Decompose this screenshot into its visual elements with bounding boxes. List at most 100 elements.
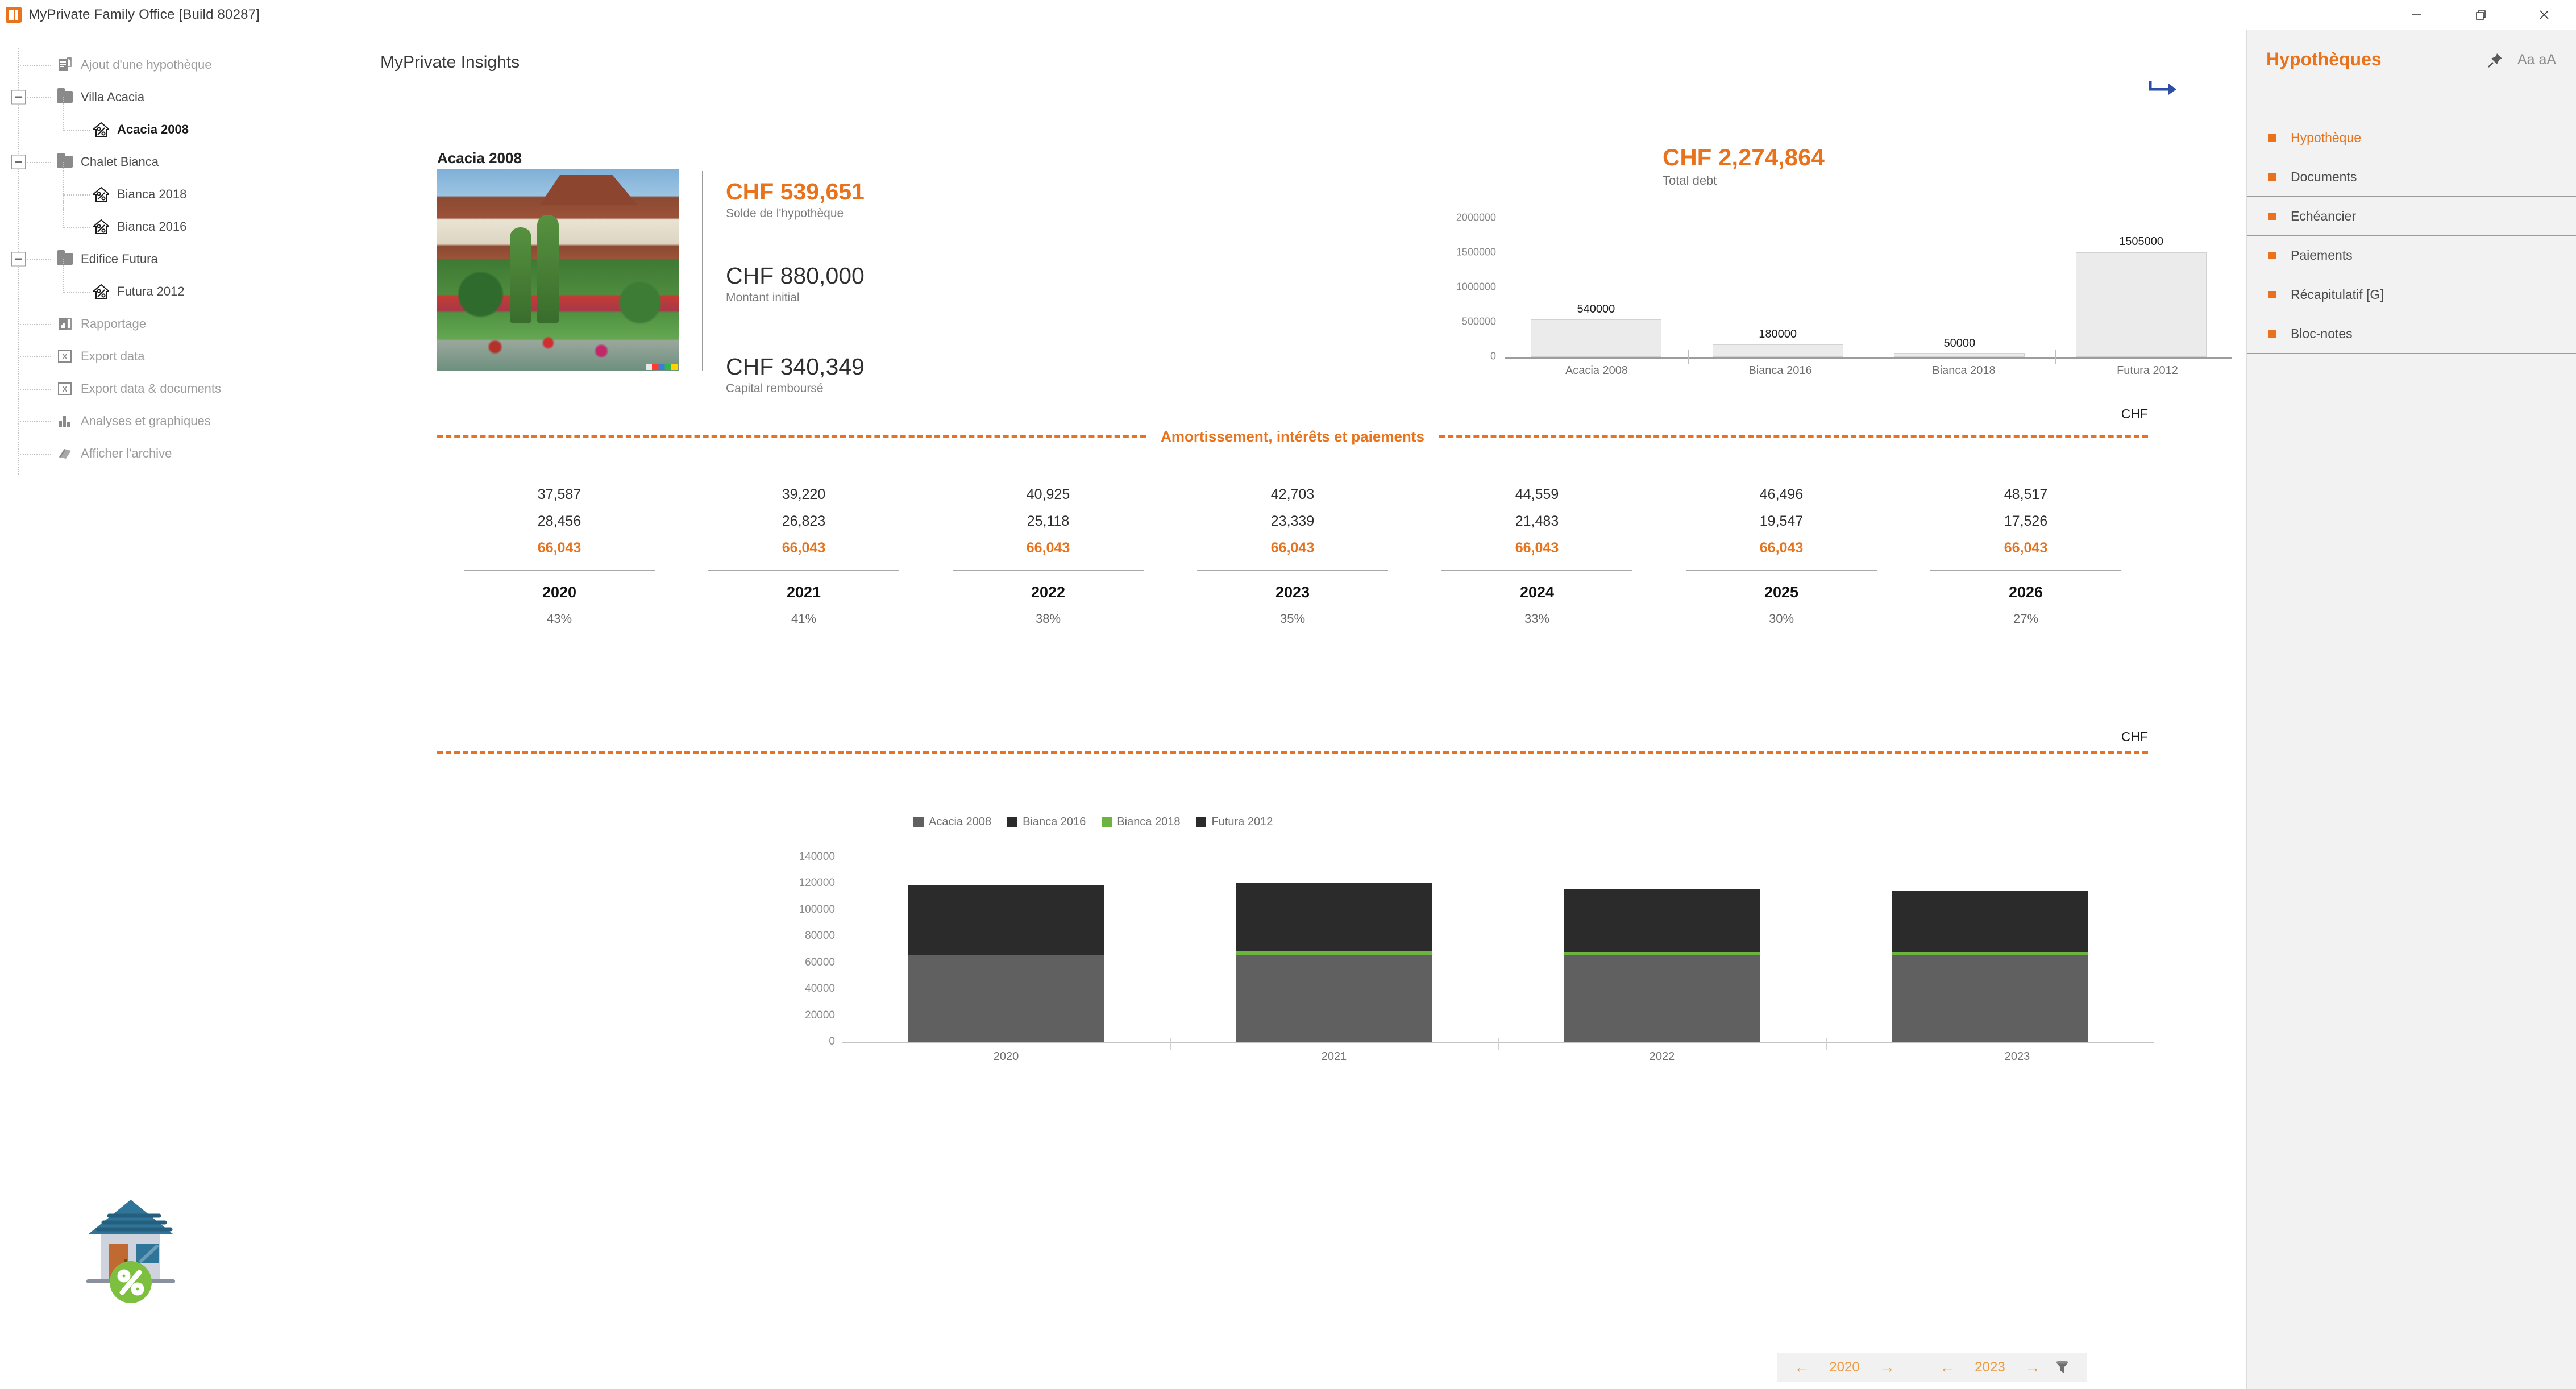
amortization-value: 48,517 <box>2004 486 2048 502</box>
sidebar-item-bianca-2016[interactable]: Bianca 2016 <box>0 194 344 243</box>
forward-arrow-icon[interactable] <box>2146 77 2180 104</box>
bar-bianca-2016[interactable] <box>1712 344 1843 357</box>
sidebar-item-label: Rapportage <box>81 316 146 331</box>
ratio-value: 43% <box>546 612 572 626</box>
sidebar-item-acacia-2008[interactable]: Acacia 2008 <box>0 97 344 145</box>
pager-right-value[interactable]: 2023 <box>1964 1359 2016 1375</box>
sidebar-item-futura-2012[interactable]: Futura 2012 <box>0 259 344 307</box>
kpi-label: Solde de l'hypothèque <box>726 206 844 220</box>
tree-connector <box>20 356 51 357</box>
year-label: 2026 <box>2008 584 2043 601</box>
pin-icon[interactable] <box>2486 51 2505 70</box>
folder-icon <box>55 87 75 107</box>
ratio-value: 33% <box>1524 612 1550 626</box>
sidebar-item-label: Bianca 2018 <box>117 186 187 201</box>
tree-collapse-toggle[interactable] <box>11 155 26 169</box>
house-percent-badge-icon <box>74 1190 188 1303</box>
bar-slot[interactable] <box>1826 857 2154 1042</box>
photo-roof-shape <box>539 175 638 205</box>
right-panel-item-bloc-notes[interactable]: Bloc-notes <box>2247 314 2576 354</box>
stacked-bar-2021[interactable] <box>1236 883 1433 1042</box>
kpi-solde-hypotheque: CHF 539,651 Solde de l'hypothèque <box>726 178 865 221</box>
payments-by-year-chart: 140000 120000 100000 80000 60000 40000 2… <box>778 851 2154 1063</box>
sidebar-item-villa-acacia[interactable]: Villa Acacia <box>0 81 344 113</box>
bar-slot[interactable]: 180000 <box>1687 218 1869 357</box>
stacked-bar-2023[interactable] <box>1891 891 2088 1042</box>
sidebar-item-rapportage[interactable]: Rapportage <box>0 307 344 340</box>
sidebar-item-label: Futura 2012 <box>117 284 185 298</box>
pager-right-next-button[interactable]: → <box>2020 1354 2046 1380</box>
sidebar-item-label: Afficher l'archive <box>81 446 172 460</box>
filter-icon[interactable] <box>2049 1354 2075 1380</box>
ratio-value: 38% <box>1035 612 1061 626</box>
ratio-value: 30% <box>1768 612 1794 626</box>
legend-item-acacia-2008[interactable]: Acacia 2008 <box>913 816 991 829</box>
bar-bianca-2018[interactable] <box>1894 353 2025 357</box>
band-dash-left <box>437 435 1146 438</box>
minimize-button[interactable] <box>2385 0 2449 30</box>
table-column-2020: 37,587 28,456 66,043 2020 43% <box>437 482 682 626</box>
sidebar-item-bianca-2018[interactable]: Bianca 2018 <box>0 162 344 210</box>
stacked-bar-2020[interactable] <box>908 885 1105 1042</box>
bar-slot[interactable]: 50000 <box>1869 218 2051 357</box>
tree-connector <box>63 129 90 131</box>
pager-left-value[interactable]: 2020 <box>1818 1359 1871 1375</box>
legend-item-bianca-2018[interactable]: Bianca 2018 <box>1102 816 1180 829</box>
tree-connector <box>20 421 51 422</box>
pager-left-prev-button[interactable]: ← <box>1789 1354 1815 1380</box>
y-tick-label: 0 <box>1490 350 1496 362</box>
sidebar: Ajout d'une hypothèque Villa Acacia Acac… <box>0 30 344 1389</box>
tree-connector <box>63 226 90 228</box>
tree-connector <box>20 453 51 455</box>
bar-slot[interactable] <box>842 857 1170 1042</box>
sidebar-item-label: Chalet Bianca <box>81 154 159 169</box>
sidebar-item-afficher-archive[interactable]: Afficher l'archive <box>0 437 344 469</box>
right-panel-item-label: Récapitulatif [G] <box>2291 286 2384 302</box>
ratio-value: 41% <box>791 612 817 626</box>
right-panel-item-label: Bloc-notes <box>2291 326 2353 341</box>
sidebar-item-export-data[interactable]: X Export data <box>0 340 344 372</box>
segment-bianca-2016 <box>1236 883 1433 951</box>
column-rule <box>708 570 899 571</box>
legend-item-futura-2012[interactable]: Futura 2012 <box>1196 816 1273 829</box>
legend-item-bianca-2016[interactable]: Bianca 2016 <box>1007 816 1086 829</box>
right-panel-item-label: Documents <box>2291 169 2357 184</box>
house-percent-icon <box>91 217 111 237</box>
sidebar-item-edifice-futura[interactable]: Edifice Futura <box>0 243 344 275</box>
close-button[interactable] <box>2512 0 2576 30</box>
sidebar-item-chalet-bianca[interactable]: Chalet Bianca <box>0 145 344 178</box>
right-panel-item-paiements[interactable]: Paiements <box>2247 236 2576 275</box>
right-panel-title: Hypothèques <box>2266 49 2382 69</box>
right-panel-item-label: Echéancier <box>2291 208 2357 223</box>
app-logo-icon <box>6 7 22 23</box>
payments-band-header: CHF <box>437 729 2148 754</box>
bar-slot[interactable] <box>1498 857 1826 1042</box>
bar-slot[interactable] <box>1170 857 1498 1042</box>
table-column-2026: 48,517 17,526 66,043 2026 27% <box>1904 482 2148 626</box>
sidebar-item-label: Ajout d'une hypothèque <box>81 57 212 72</box>
chart-plot-area <box>842 857 2154 1042</box>
tree-collapse-toggle[interactable] <box>11 90 26 104</box>
sidebar-item-export-data-documents[interactable]: X Export data & documents <box>0 372 344 405</box>
year-label: 2025 <box>1764 584 1799 601</box>
tree-collapse-toggle[interactable] <box>11 252 26 266</box>
maximize-restore-button[interactable] <box>2449 0 2512 30</box>
right-panel-item-echeancier[interactable]: Echéancier <box>2247 197 2576 236</box>
sidebar-item-ajout-hypotheque[interactable]: Ajout d'une hypothèque <box>0 48 344 81</box>
right-panel-item-recapitulatif[interactable]: Récapitulatif [G] <box>2247 275 2576 314</box>
sidebar-item-analyses-graphiques[interactable]: Analyses et graphiques <box>0 405 344 437</box>
segment-bianca-2016 <box>1891 891 2088 952</box>
bar-acacia-2008[interactable] <box>1530 319 1661 357</box>
bar-slot[interactable]: 1505000 <box>2050 218 2232 357</box>
stacked-bar-2022[interactable] <box>1563 889 1760 1042</box>
pager-right-prev-button[interactable]: ← <box>1934 1354 1960 1380</box>
pager-left-next-button[interactable]: → <box>1874 1354 1900 1380</box>
right-panel-item-hypotheque[interactable]: Hypothèque <box>2247 118 2576 157</box>
tree-branch-line <box>63 97 64 129</box>
font-size-toggle[interactable]: Aa aA <box>2517 52 2556 68</box>
bar-chart-icon <box>55 411 75 431</box>
right-panel-item-documents[interactable]: Documents <box>2247 157 2576 197</box>
bar-futura-2012[interactable] <box>2076 252 2207 357</box>
kpi-capital-rembourse: CHF 340,349 Capital remboursé <box>726 354 865 396</box>
bar-slot[interactable]: 540000 <box>1505 218 1687 357</box>
